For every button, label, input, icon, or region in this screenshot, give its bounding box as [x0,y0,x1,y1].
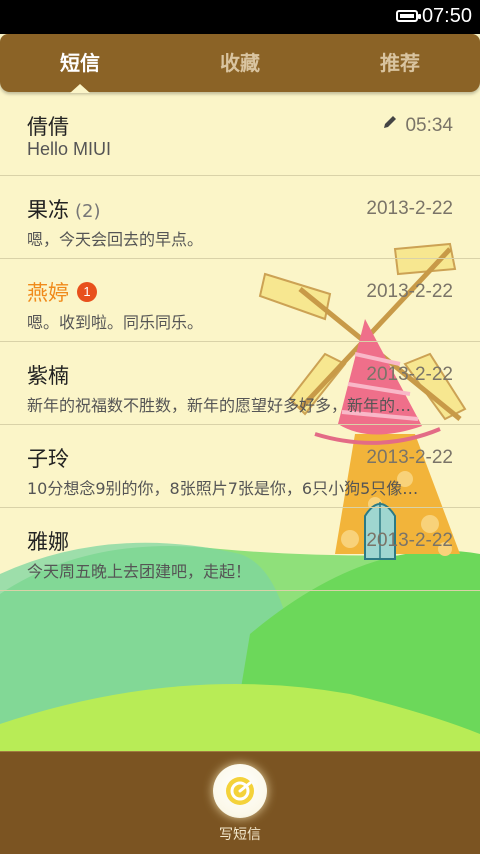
conversation-row[interactable]: 燕婷 1 2013-2-22 嗯。收到啦。同乐同乐。 [0,259,480,342]
message-time: 2013-2-22 [366,447,453,468]
contact-name: 燕婷 1 [27,277,97,307]
contact-name: 子玲 [27,447,69,471]
message-preview: 今天周五晚上去团建吧，走起！ [27,562,252,581]
tab-recommended[interactable]: 推荐 [320,34,480,92]
battery-icon [396,10,421,22]
contact-name: 果冻 (2) [27,194,101,224]
message-preview: 10分想念9别的你，8张照片7张是你，6只小狗5只像… [27,479,419,498]
message-preview: 嗯，今天会回去的早点。 [27,230,204,249]
draft-pencil-icon [383,113,397,135]
compose-icon [226,777,254,805]
message-preview: 新年的祝福数不胜数，新年的愿望好多好多，新年的… [27,396,412,415]
compose-button[interactable] [213,764,267,818]
conversation-row[interactable]: 子玲 2013-2-22 10分想念9别的你，8张照片7张是你，6只小狗5只像… [0,425,480,508]
tab-favorites[interactable]: 收藏 [160,34,320,92]
active-tab-indicator [70,84,90,93]
compose-label[interactable]: 写短信 [0,824,480,844]
message-time: 2013-2-22 [366,281,453,302]
message-time: 2013-2-22 [366,364,453,385]
unread-badge: 1 [77,282,97,302]
contact-name-text: 燕婷 [27,281,69,305]
conversation-row[interactable]: 倩倩 05:34 Hello MIUI [0,93,480,176]
message-time: 05:34 [383,115,453,137]
message-count: (2) [75,201,101,222]
message-time: 2013-2-22 [366,530,453,551]
time-text: 05:34 [405,115,453,137]
contact-name-text: 果冻 [27,198,69,222]
conversation-row[interactable]: 雅娜 2013-2-22 今天周五晚上去团建吧，走起！ [0,508,480,591]
conversation-list: 倩倩 05:34 Hello MIUI 果冻 (2) 2013-2-22 嗯，今天… [0,93,480,591]
message-preview: Hello MIUI [27,139,112,159]
message-time: 2013-2-22 [366,198,453,219]
bottom-action-bar: 写短信 [0,751,480,854]
conversation-row[interactable]: 紫楠 2013-2-22 新年的祝福数不胜数，新年的愿望好多好多，新年的… [0,342,480,425]
status-bar: 07:50 [0,0,480,34]
conversation-row[interactable]: 果冻 (2) 2013-2-22 嗯，今天会回去的早点。 [0,176,480,259]
contact-name: 紫楠 [27,364,69,388]
status-clock: 07:50 [421,5,472,27]
message-preview: 嗯。收到啦。同乐同乐。 [27,313,204,332]
contact-name: 雅娜 [27,530,69,554]
contact-name: 倩倩 [27,115,69,139]
